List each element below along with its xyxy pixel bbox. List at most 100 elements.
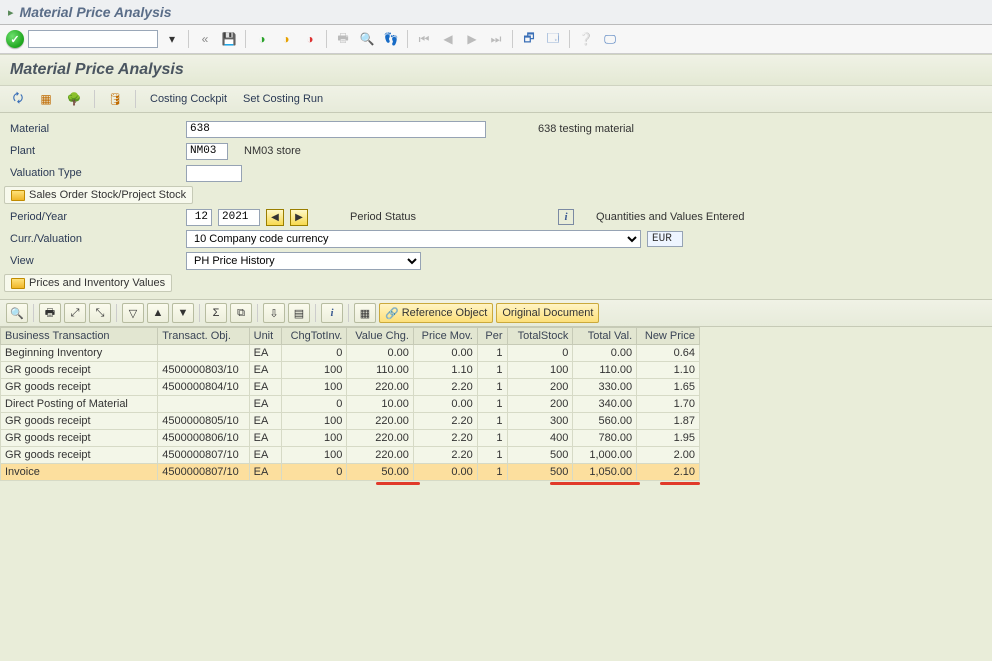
- sort-asc-icon[interactable]: ▲: [147, 303, 169, 323]
- cell-newprice: 1.70: [637, 396, 700, 413]
- reference-object-button[interactable]: 🔗 Reference Object: [379, 303, 493, 323]
- exit-icon[interactable]: ◑: [276, 29, 296, 49]
- table-row[interactable]: GR goods receipt4500000807/10EA100220.00…: [1, 447, 700, 464]
- col-chgtotinv[interactable]: ChgTotInv.: [281, 328, 347, 345]
- cell-pricemov: 0.00: [413, 464, 477, 481]
- expand-icon[interactable]: ⤢: [64, 303, 86, 323]
- graphic-icon[interactable]: ▦: [354, 303, 376, 323]
- window-titlebar: ▸ Material Price Analysis: [0, 0, 992, 25]
- material-label: Material: [10, 123, 180, 135]
- refresh-icon[interactable]: 🗘: [8, 89, 28, 109]
- table-row[interactable]: GR goods receipt4500000805/10EA100220.00…: [1, 413, 700, 430]
- cell-per: 1: [477, 430, 507, 447]
- cell-totalstock: 200: [507, 396, 573, 413]
- table-row[interactable]: GR goods receipt4500000803/10EA100110.00…: [1, 362, 700, 379]
- next-page-icon[interactable]: ▶: [462, 29, 482, 49]
- save-icon[interactable]: 💾: [219, 29, 239, 49]
- col-pricemov[interactable]: Price Mov.: [413, 328, 477, 345]
- period-input[interactable]: [186, 209, 212, 226]
- col-business-transaction[interactable]: Business Transaction: [1, 328, 158, 345]
- table-row[interactable]: Invoice4500000807/10EA050.000.0015001,05…: [1, 464, 700, 481]
- table-row[interactable]: GR goods receipt4500000804/10EA100220.00…: [1, 379, 700, 396]
- table-row[interactable]: GR goods receipt4500000806/10EA100220.00…: [1, 430, 700, 447]
- view-select[interactable]: PH Price History: [186, 252, 421, 270]
- col-valuechg[interactable]: Value Chg.: [347, 328, 414, 345]
- cell-biztrans: GR goods receipt: [1, 379, 158, 396]
- stock-toggle[interactable]: Sales Order Stock/Project Stock: [4, 186, 193, 204]
- col-unit[interactable]: Unit: [249, 328, 281, 345]
- cell-valuechg: 220.00: [347, 447, 414, 464]
- cell-chgtotinv: 0: [281, 396, 347, 413]
- period-prev-button[interactable]: ◀: [266, 209, 284, 226]
- print-alv-icon[interactable]: 🖶: [39, 303, 61, 323]
- cell-biztrans: GR goods receipt: [1, 430, 158, 447]
- cell-chgtotinv: 100: [281, 362, 347, 379]
- period-status-desc: Quantities and Values Entered: [596, 211, 744, 223]
- layout-change-icon[interactable]: ▤: [288, 303, 310, 323]
- col-totalstock[interactable]: TotalStock: [507, 328, 573, 345]
- table-row[interactable]: Beginning InventoryEA00.000.00100.000.64: [1, 345, 700, 362]
- year-input[interactable]: [218, 209, 260, 226]
- find-icon[interactable]: 🔍: [357, 29, 377, 49]
- last-page-icon[interactable]: ⏭: [486, 29, 506, 49]
- dropdown-icon[interactable]: ▾: [162, 29, 182, 49]
- back-chevron-icon[interactable]: «: [195, 29, 215, 49]
- col-per[interactable]: Per: [477, 328, 507, 345]
- currency-select[interactable]: 10 Company code currency: [186, 230, 641, 248]
- back-icon[interactable]: ◑: [252, 29, 272, 49]
- info-alv-icon[interactable]: i: [321, 303, 343, 323]
- cell-valuechg: 220.00: [347, 379, 414, 396]
- info-icon[interactable]: i: [558, 209, 574, 225]
- set-costing-run-button[interactable]: Set Costing Run: [239, 91, 327, 107]
- menu-expand-icon[interactable]: ▸: [8, 6, 14, 19]
- barrel-icon[interactable]: 🛢: [105, 89, 125, 109]
- table-row[interactable]: Direct Posting of MaterialEA010.000.0012…: [1, 396, 700, 413]
- hierarchy-icon[interactable]: 🌳: [64, 89, 84, 109]
- col-totalval[interactable]: Total Val.: [573, 328, 637, 345]
- sort-desc-icon[interactable]: ▼: [172, 303, 194, 323]
- export-icon[interactable]: ⇩: [263, 303, 285, 323]
- detail-icon[interactable]: 🔍: [6, 303, 28, 323]
- col-transact-obj[interactable]: Transact. Obj.: [158, 328, 249, 345]
- print-icon[interactable]: 🖶: [333, 29, 353, 49]
- valuation-type-input[interactable]: [186, 165, 242, 182]
- cancel-icon[interactable]: ◑: [300, 29, 320, 49]
- cell-biztrans: GR goods receipt: [1, 413, 158, 430]
- annotation-line: [660, 482, 700, 485]
- cell-valuechg: 0.00: [347, 345, 414, 362]
- collapse-icon[interactable]: ⤡: [89, 303, 111, 323]
- grid-icon[interactable]: ▦: [36, 89, 56, 109]
- shortcut-icon[interactable]: 🗔: [543, 29, 563, 49]
- folder-icon: [11, 190, 25, 201]
- find-next-icon[interactable]: 👣: [381, 29, 401, 49]
- subtotal-icon[interactable]: ⧉: [230, 303, 252, 323]
- material-input[interactable]: [186, 121, 486, 138]
- period-next-button[interactable]: ▶: [290, 209, 308, 226]
- original-document-button[interactable]: Original Document: [496, 303, 599, 323]
- plant-input[interactable]: [186, 143, 228, 160]
- enter-icon[interactable]: ✓: [6, 30, 24, 48]
- new-session-icon[interactable]: 🗗: [519, 29, 539, 49]
- layout-icon[interactable]: 🖵: [600, 29, 620, 49]
- help-icon[interactable]: ❔: [576, 29, 596, 49]
- price-history-table: Business Transaction Transact. Obj. Unit…: [0, 327, 700, 481]
- first-page-icon[interactable]: ⏮: [414, 29, 434, 49]
- cell-transobj: [158, 396, 249, 413]
- prices-toggle[interactable]: Prices and Inventory Values: [4, 274, 172, 292]
- cell-newprice: 2.00: [637, 447, 700, 464]
- folder-icon: [11, 278, 25, 289]
- cell-biztrans: Invoice: [1, 464, 158, 481]
- cell-totalstock: 400: [507, 430, 573, 447]
- prev-page-icon[interactable]: ◀: [438, 29, 458, 49]
- command-field[interactable]: [28, 30, 158, 48]
- sum-icon[interactable]: Σ: [205, 303, 227, 323]
- app-toolbar: 🗘 ▦ 🌳 🛢 Costing Cockpit Set Costing Run: [0, 86, 992, 113]
- cell-per: 1: [477, 464, 507, 481]
- cell-valuechg: 220.00: [347, 413, 414, 430]
- cell-newprice: 2.10: [637, 464, 700, 481]
- cell-per: 1: [477, 396, 507, 413]
- filter-icon[interactable]: ▽: [122, 303, 144, 323]
- costing-cockpit-button[interactable]: Costing Cockpit: [146, 91, 231, 107]
- col-newprice[interactable]: New Price: [637, 328, 700, 345]
- cell-totalstock: 500: [507, 464, 573, 481]
